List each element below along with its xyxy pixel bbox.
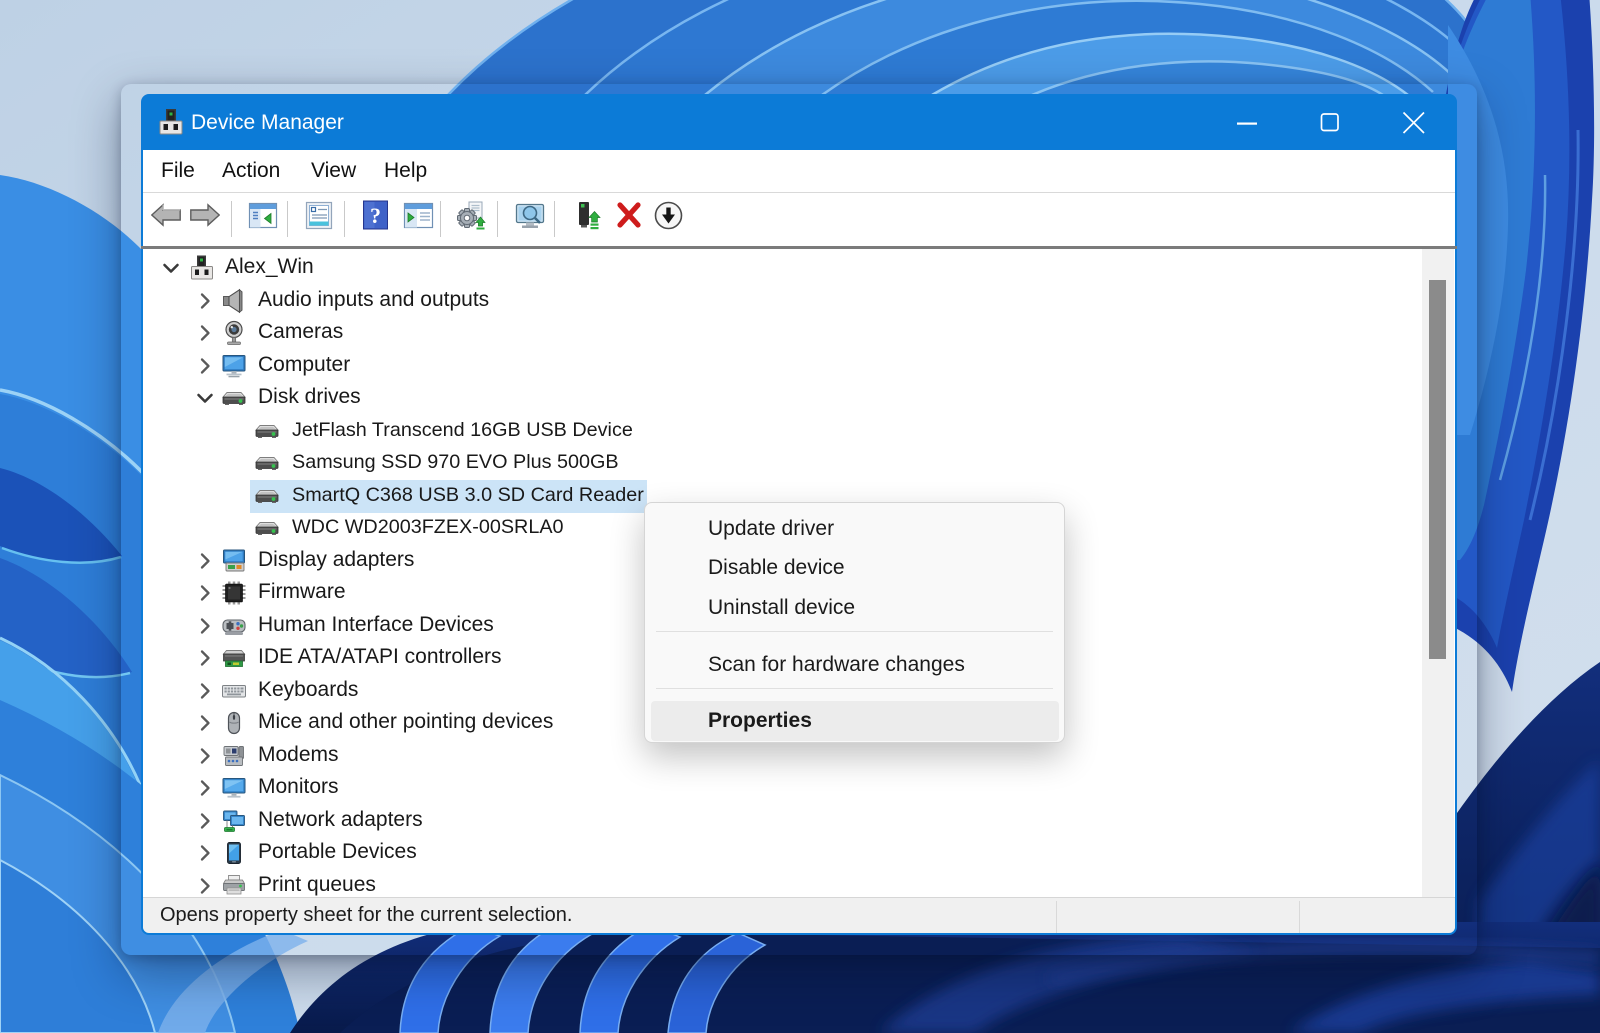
svg-text:?: ?	[370, 203, 381, 228]
